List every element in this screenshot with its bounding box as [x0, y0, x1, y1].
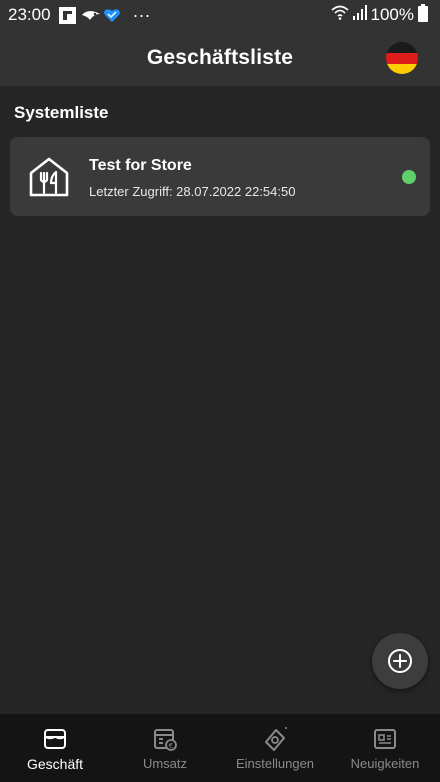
battery-percent: 100% [370, 5, 414, 24]
store-status-indicator [402, 170, 416, 184]
nav-item-neuigkeiten[interactable]: Neuigkeiten [330, 714, 440, 782]
app-bar: Geschäftsliste [0, 30, 440, 86]
nav-label: Neuigkeiten [350, 756, 420, 771]
status-bar: 23:00 ··· 100% [0, 0, 440, 30]
store-last-access: Letzter Zugriff: 28.07.2022 22:54:50 [89, 184, 296, 199]
nav-item-geschaeft[interactable]: Geschäft [0, 714, 110, 782]
nav-label: Geschäft [26, 756, 84, 772]
restaurant-house-icon [27, 155, 71, 199]
news-icon [374, 729, 396, 749]
bottom-navigation: Geschäft € Umsatz Einstellungen Neuigkei… [0, 714, 440, 782]
nav-label: Umsatz [142, 756, 188, 771]
page-title: Geschäftsliste [146, 46, 294, 69]
add-store-button[interactable] [372, 633, 428, 689]
settings-ticket-icon [265, 727, 287, 751]
nav-item-umsatz[interactable]: € Umsatz [110, 714, 220, 782]
store-card[interactable]: Test for Store Letzter Zugriff: 28.07.20… [10, 137, 430, 216]
flipboard-icon [58, 6, 76, 24]
signal-icon [352, 5, 371, 25]
wifi-icon [330, 5, 353, 25]
section-title: Systemliste [14, 103, 109, 122]
status-time: 23:00 [8, 5, 51, 24]
store-name: Test for Store [89, 157, 192, 174]
overflow-dots: ··· [132, 4, 151, 25]
battery-icon [418, 3, 432, 27]
bird-icon [81, 7, 100, 24]
germany-flag-icon[interactable] [386, 42, 418, 74]
heart-icon [103, 7, 120, 24]
nav-item-einstellungen[interactable]: Einstellungen [220, 714, 330, 782]
svg-text:€: € [169, 742, 173, 750]
nav-label: Einstellungen [235, 756, 315, 771]
store-icon [44, 729, 66, 749]
revenue-icon: € [154, 729, 177, 751]
add-circle-icon [388, 649, 412, 673]
